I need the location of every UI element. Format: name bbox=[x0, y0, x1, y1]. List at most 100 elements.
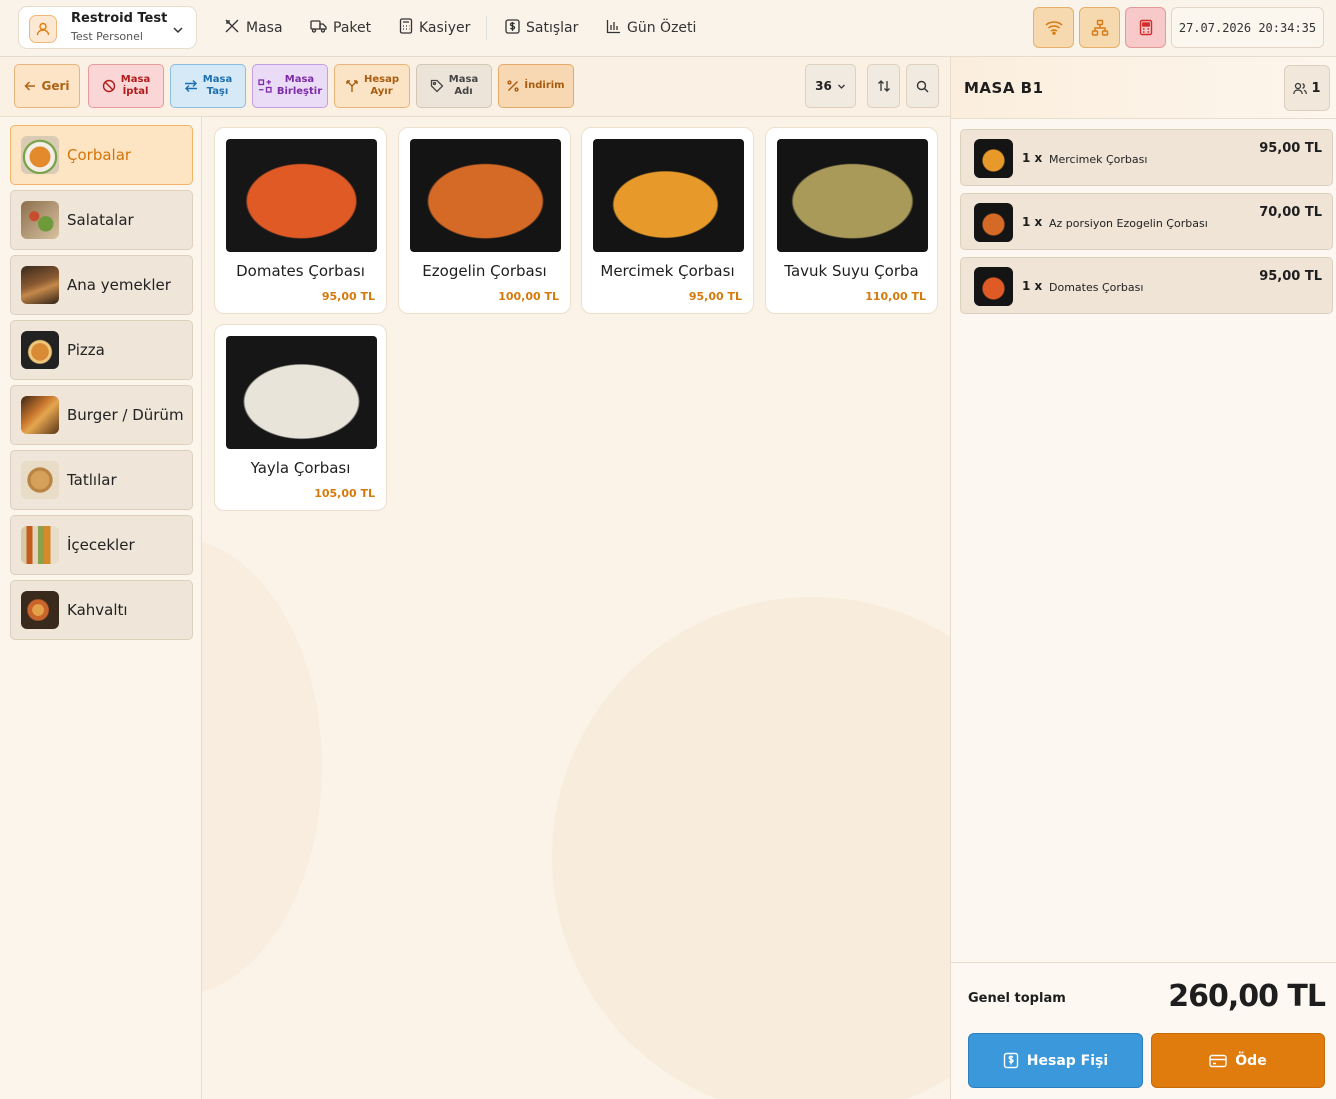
swap-arrows-icon bbox=[184, 80, 197, 92]
product-image bbox=[593, 139, 744, 252]
cash-register-button[interactable] bbox=[1125, 7, 1166, 48]
search-icon bbox=[916, 80, 929, 92]
category-label: Pizza bbox=[67, 341, 105, 359]
category-thumbnail bbox=[21, 201, 59, 239]
order-item-thumbnail bbox=[974, 139, 1013, 178]
receipt-button[interactable]: Hesap Fişi bbox=[968, 1033, 1143, 1088]
category-label: İçecekler bbox=[67, 536, 135, 554]
percent-icon bbox=[507, 80, 519, 92]
nav-kasiyer[interactable]: Kasiyer bbox=[399, 16, 470, 40]
order-item-qty: 1 x bbox=[1022, 279, 1043, 293]
order-item[interactable]: 1 x Domates Çorbası 95,00 TL bbox=[960, 257, 1333, 314]
nav-divider bbox=[486, 16, 487, 40]
category-kahvalti[interactable]: Kahvaltı bbox=[10, 580, 193, 640]
category-icecekler[interactable]: İçecekler bbox=[10, 515, 193, 575]
category-thumbnail bbox=[21, 266, 59, 304]
cancel-table-label: Masa İptal bbox=[120, 74, 151, 97]
rename-table-button[interactable]: Masa Adı bbox=[416, 64, 492, 108]
order-panel: MASA B1 1 1 x Mercimek Çorbası 95,00 TL … bbox=[950, 57, 1336, 1099]
nav-kasiyer-label: Kasiyer bbox=[419, 20, 471, 36]
category-sidebar: Çorbalar Salatalar Ana yemekler Pizza Bu… bbox=[0, 117, 202, 1099]
network-button[interactable] bbox=[1079, 7, 1120, 48]
product-name: Domates Çorbası bbox=[236, 262, 365, 280]
merge-table-label: Masa Birleştir bbox=[276, 74, 323, 97]
product-card-domates[interactable]: Domates Çorbası 95,00 TL bbox=[214, 127, 387, 314]
order-item-qty: 1 x bbox=[1022, 215, 1043, 229]
nav-paket-label: Paket bbox=[333, 20, 372, 36]
action-bar: Geri Masa İptal Masa Taşı Masa Birleştir He… bbox=[0, 57, 950, 117]
category-salatalar[interactable]: Salatalar bbox=[10, 190, 193, 250]
category-thumbnail bbox=[21, 136, 59, 174]
category-pizza[interactable]: Pizza bbox=[10, 320, 193, 380]
order-item-price: 70,00 TL bbox=[1259, 205, 1322, 220]
product-card-ezogelin[interactable]: Ezogelin Çorbası 100,00 TL bbox=[398, 127, 571, 314]
nav-gun-ozeti[interactable]: Gün Özeti bbox=[606, 16, 696, 40]
order-item-name: Az porsiyon Ezogelin Çorbası bbox=[1049, 217, 1208, 230]
nav-masa[interactable]: Masa bbox=[224, 16, 283, 40]
order-header: MASA B1 1 bbox=[951, 57, 1336, 119]
move-table-button[interactable]: Masa Taşı bbox=[170, 64, 246, 108]
product-card-tavuk-suyu[interactable]: Tavuk Suyu Çorba 110,00 TL bbox=[765, 127, 938, 314]
order-item-qty: 1 x bbox=[1022, 151, 1043, 165]
category-label: Kahvaltı bbox=[67, 601, 128, 619]
discount-button[interactable]: İndirim bbox=[498, 64, 574, 108]
datetime-display: 27.07.2026 20:34:35 bbox=[1171, 7, 1324, 48]
product-card-yayla[interactable]: Yayla Çorbası 105,00 TL bbox=[214, 324, 387, 511]
calculator-icon bbox=[399, 18, 413, 38]
category-ana-yemekler[interactable]: Ana yemekler bbox=[10, 255, 193, 315]
pay-button[interactable]: Öde bbox=[1151, 1033, 1325, 1088]
user-icon bbox=[29, 15, 57, 43]
size-select[interactable]: 36 bbox=[805, 64, 856, 108]
category-label: Salatalar bbox=[67, 211, 134, 229]
product-card-mercimek[interactable]: Mercimek Çorbası 95,00 TL bbox=[581, 127, 754, 314]
search-button[interactable] bbox=[906, 64, 939, 108]
cancel-table-button[interactable]: Masa İptal bbox=[88, 64, 164, 108]
background-decoration bbox=[552, 597, 950, 1099]
back-button[interactable]: Geri bbox=[14, 64, 80, 108]
arrow-left-icon bbox=[24, 81, 36, 91]
order-item[interactable]: 1 x Az porsiyon Ezogelin Çorbası 70,00 T… bbox=[960, 193, 1333, 250]
sort-button[interactable] bbox=[867, 64, 900, 108]
category-burger-durum[interactable]: Burger / Dürüm bbox=[10, 385, 193, 445]
category-thumbnail bbox=[21, 591, 59, 629]
product-price: 110,00 TL bbox=[865, 290, 926, 303]
order-item-price: 95,00 TL bbox=[1259, 141, 1322, 156]
product-image bbox=[226, 139, 377, 252]
guest-count: 1 bbox=[1311, 80, 1321, 96]
chevron-down-icon bbox=[172, 21, 184, 40]
move-table-label: Masa Taşı bbox=[202, 74, 233, 97]
order-item-thumbnail bbox=[974, 267, 1013, 306]
bar-chart-icon bbox=[606, 19, 621, 38]
category-label: Tatlılar bbox=[67, 471, 117, 489]
split-bill-label: Hesap Ayır bbox=[363, 74, 399, 97]
nav-masa-label: Masa bbox=[246, 20, 283, 36]
profile-switcher[interactable]: Restroid Test Test Personel bbox=[18, 6, 197, 49]
category-label: Burger / Dürüm bbox=[67, 406, 184, 424]
guest-count-button[interactable]: 1 bbox=[1284, 65, 1330, 111]
cash-register-icon bbox=[1139, 19, 1152, 36]
wifi-button[interactable] bbox=[1033, 7, 1074, 48]
nav-satislar[interactable]: Satışlar bbox=[505, 16, 578, 40]
order-item-thumbnail bbox=[974, 203, 1013, 242]
back-label: Geri bbox=[41, 79, 70, 93]
category-tatlilar[interactable]: Tatlılar bbox=[10, 450, 193, 510]
background-decoration bbox=[202, 537, 322, 997]
receipt-icon bbox=[1003, 1052, 1018, 1069]
product-price: 95,00 TL bbox=[688, 290, 742, 303]
tag-icon bbox=[430, 79, 444, 93]
chevron-down-icon bbox=[837, 84, 845, 89]
order-item[interactable]: 1 x Mercimek Çorbası 95,00 TL bbox=[960, 129, 1333, 186]
order-footer: Genel toplam 260,00 TL Hesap Fişi Öde bbox=[951, 962, 1336, 1099]
category-label: Çorbalar bbox=[67, 146, 132, 164]
product-image bbox=[777, 139, 928, 252]
product-grid: Domates Çorbası 95,00 TL Ezogelin Çorbas… bbox=[202, 117, 950, 1099]
nav-paket[interactable]: Paket bbox=[310, 16, 371, 40]
utensils-icon bbox=[224, 18, 240, 38]
split-bill-button[interactable]: Hesap Ayır bbox=[334, 64, 410, 108]
category-corbalar[interactable]: Çorbalar bbox=[10, 125, 193, 185]
size-select-value: 36 bbox=[815, 79, 832, 93]
wifi-icon bbox=[1045, 21, 1062, 35]
product-name: Yayla Çorbası bbox=[250, 459, 351, 477]
merge-table-button[interactable]: Masa Birleştir bbox=[252, 64, 328, 108]
product-image bbox=[226, 336, 377, 449]
